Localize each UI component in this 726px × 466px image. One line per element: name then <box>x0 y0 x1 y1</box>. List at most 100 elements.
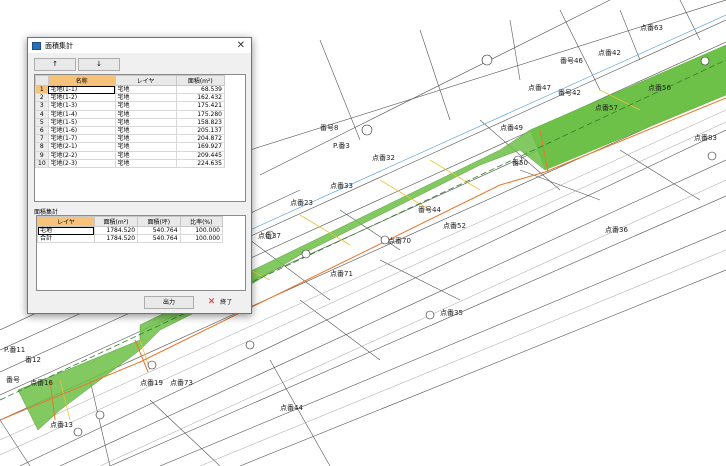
map-label: 番号46 <box>560 57 583 65</box>
map-label: 番号44 <box>418 206 441 214</box>
table-row[interactable]: 3 宅地(1-3) 宅地 175.421 <box>35 101 226 111</box>
table-row[interactable]: 8 宅地(2-1) 宅地 169.927 <box>35 142 226 152</box>
map-label: 点番44 <box>280 404 303 412</box>
table-row[interactable]: 4 宅地(1-4) 宅地 175.280 <box>35 109 226 119</box>
row-number[interactable]: 5 <box>35 117 49 127</box>
cell-area[interactable]: 162.432 <box>175 93 226 103</box>
cell-layer[interactable]: 宅地 <box>114 84 177 95</box>
cell-name[interactable]: 宅地(1-1) <box>47 84 116 95</box>
row-number[interactable]: 10 <box>35 158 49 168</box>
row-number[interactable]: 7 <box>35 134 49 144</box>
row-number[interactable]: 3 <box>35 101 49 111</box>
map-label: 番12 <box>25 356 41 364</box>
cell-layer[interactable]: 宅地 <box>114 158 177 168</box>
cell-area[interactable]: 169.927 <box>175 142 226 152</box>
summary-cell-area-m2[interactable]: 1784.520 <box>93 234 139 244</box>
cell-name[interactable]: 宅地(2-1) <box>47 142 116 152</box>
summary-row[interactable]: 合計 1784.520 540.764 100.000 <box>37 234 224 244</box>
end-button-label: 終了 <box>220 299 233 306</box>
cell-name[interactable]: 宅地(1-5) <box>47 117 116 127</box>
cell-area[interactable]: 205.137 <box>175 125 226 136</box>
map-label: 点番16 <box>30 379 53 387</box>
cell-layer[interactable]: 宅地 <box>114 150 177 160</box>
parcel-area-grid[interactable]: 名称 レイヤ 面積(m²) 1 宅地(1-1) 宅地 68.539 2 宅地(1-2) 宅地… <box>34 74 246 202</box>
map-label: 点番32 <box>372 154 395 162</box>
row-number[interactable]: 4 <box>35 109 49 119</box>
summary-cell-layer[interactable]: 合計 <box>37 234 95 244</box>
map-label: P.番11 <box>4 346 25 354</box>
map-label: 点番47 <box>528 84 551 92</box>
close-icon[interactable]: ✕ <box>237 39 245 52</box>
area-summary-dialog: 面積集計 ✕ ↑ ↓ 名称 レイヤ 面積(m²) 1 宅地(1-1) 宅地 68.53… <box>27 37 252 314</box>
row-number[interactable]: 2 <box>35 93 49 103</box>
table-row[interactable]: 6 宅地(1-6) 宅地 205.137 <box>35 125 226 136</box>
map-label: 点番73 <box>170 379 193 387</box>
row-number[interactable]: 1 <box>35 84 49 95</box>
cell-name[interactable]: 宅地(1-7) <box>47 134 116 144</box>
summary-cell-ratio[interactable]: 100.000 <box>179 234 224 244</box>
cell-name[interactable]: 宅地(1-4) <box>47 109 116 119</box>
cell-layer[interactable]: 宅地 <box>114 142 177 152</box>
cell-name[interactable]: 宅地(1-6) <box>47 125 116 136</box>
summary-cell-ratio[interactable]: 100.000 <box>179 225 224 236</box>
cell-area[interactable]: 204.872 <box>175 134 226 144</box>
summary-header-area-tsubo[interactable]: 面積(坪) <box>137 216 181 227</box>
map-label: 番50 <box>512 159 528 167</box>
cell-name[interactable]: 宅地(2-3) <box>47 158 116 168</box>
map-label: 点番57 <box>595 104 618 112</box>
cell-area[interactable]: 224.635 <box>175 158 226 168</box>
summary-header-area-m2[interactable]: 面積(m²) <box>93 216 139 227</box>
cell-area[interactable]: 158.823 <box>175 117 226 127</box>
map-label: 点番56 <box>648 84 671 92</box>
row-number[interactable]: 9 <box>35 150 49 160</box>
map-label: 点番36 <box>605 226 628 234</box>
column-header-layer[interactable]: レイヤ <box>114 75 177 86</box>
cell-layer[interactable]: 宅地 <box>114 109 177 119</box>
table-row[interactable]: 10 宅地(2-3) 宅地 224.635 <box>35 158 226 168</box>
move-down-button[interactable]: ↓ <box>78 58 120 71</box>
summary-header-ratio[interactable]: 比率(%) <box>179 216 224 227</box>
table-row[interactable]: 2 宅地(1-2) 宅地 162.432 <box>35 93 226 103</box>
move-up-button[interactable]: ↑ <box>34 58 76 71</box>
output-button[interactable]: 出力 <box>144 296 194 309</box>
cell-layer[interactable]: 宅地 <box>114 125 177 136</box>
map-label: 点番37 <box>258 232 281 240</box>
cell-area[interactable]: 209.445 <box>175 150 226 160</box>
row-number[interactable]: 8 <box>35 142 49 152</box>
map-label: 点番35 <box>440 309 463 317</box>
cell-name[interactable]: 宅地(1-2) <box>47 93 116 103</box>
map-label: P.番3 <box>333 142 350 150</box>
summary-header-layer[interactable]: レイヤ <box>37 216 95 227</box>
table-row[interactable]: 1 宅地(1-1) 宅地 68.539 <box>35 84 226 95</box>
map-label: 点番42 <box>598 49 621 57</box>
summary-cell-area-tsubo[interactable]: 540.764 <box>137 234 181 244</box>
map-label: 点番70 <box>388 237 411 245</box>
map-label: 点番71 <box>330 270 353 278</box>
cell-layer[interactable]: 宅地 <box>114 101 177 111</box>
summary-cell-area-m2[interactable]: 1784.520 <box>93 225 139 236</box>
cell-layer[interactable]: 宅地 <box>114 117 177 127</box>
table-row[interactable]: 7 宅地(1-7) 宅地 204.872 <box>35 134 226 144</box>
close-x-icon: ✕ <box>207 297 216 307</box>
summary-row[interactable]: 宅地 1784.520 540.764 100.000 <box>37 225 224 236</box>
map-label: 点番13 <box>50 421 73 429</box>
cell-name[interactable]: 宅地(1-3) <box>47 101 116 111</box>
map-label: 点番49 <box>500 124 523 132</box>
summary-grid[interactable]: レイヤ 面積(m²) 面積(坪) 比率(%) 宅地 1784.520 540.764… <box>36 215 246 291</box>
column-header-area[interactable]: 面積(m²) <box>175 75 226 86</box>
cell-layer[interactable]: 宅地 <box>114 134 177 144</box>
end-button[interactable]: ✕ 終了 <box>196 296 244 309</box>
cell-layer[interactable]: 宅地 <box>114 93 177 103</box>
row-number[interactable]: 6 <box>35 125 49 136</box>
table-row[interactable]: 5 宅地(1-5) 宅地 158.823 <box>35 117 226 127</box>
column-header-name[interactable]: 名称 <box>47 75 116 86</box>
cell-name[interactable]: 宅地(2-2) <box>47 150 116 160</box>
cell-area[interactable]: 175.280 <box>175 109 226 119</box>
cell-area[interactable]: 175.421 <box>175 101 226 111</box>
summary-cell-area-tsubo[interactable]: 540.764 <box>137 225 181 236</box>
table-row[interactable]: 9 宅地(2-2) 宅地 209.445 <box>35 150 226 160</box>
map-label: 番号42 <box>558 89 581 97</box>
cell-area[interactable]: 68.539 <box>175 84 226 95</box>
order-toolbar: ↑ ↓ <box>34 58 120 71</box>
summary-cell-layer[interactable]: 宅地 <box>37 225 95 236</box>
